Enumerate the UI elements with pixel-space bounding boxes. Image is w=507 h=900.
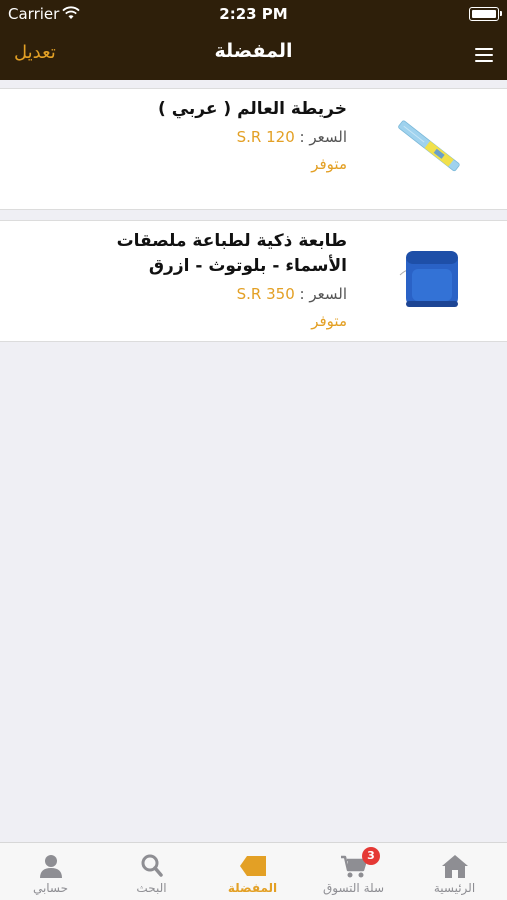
status-bar: Carrier 2:23 PM — [0, 0, 507, 28]
product-name: خريطة العالم ( عربي ) — [158, 99, 347, 119]
blue-label-printer-image[interactable] — [398, 245, 462, 309]
product-name-line-1: طابعة ذكية لطباعة ملصقات — [116, 231, 347, 251]
home-icon — [441, 855, 468, 878]
price-row: السعر : S.R 120 — [158, 128, 347, 146]
status-time: 2:23 PM — [219, 5, 288, 23]
tab-label: المفضلة — [227, 881, 278, 895]
hamburger-menu-icon[interactable] — [475, 48, 493, 62]
search-icon — [141, 854, 163, 877]
battery-icon — [469, 7, 502, 21]
tab-account[interactable]: حسابي — [0, 843, 101, 900]
availability-label: متوفر — [311, 312, 347, 330]
availability-label: متوفر — [311, 155, 347, 173]
tab-label: حسابي — [32, 881, 69, 895]
world-map-tape-image[interactable] — [392, 111, 464, 183]
tab-cart[interactable]: 3 سلة التسوق — [303, 843, 404, 900]
person-icon — [39, 855, 62, 878]
tab-label: البحث — [136, 881, 167, 895]
tab-search[interactable]: البحث — [101, 843, 202, 900]
cart-badge: 3 — [362, 847, 380, 865]
tab-home[interactable]: الرئيسية — [404, 843, 505, 900]
favorite-item-info: طابعة ذكية لطباعة ملصقات الأسماء - بلوتو… — [117, 229, 347, 330]
price-row: السعر : S.R 350 — [117, 285, 347, 303]
tab-favorites[interactable]: المفضلة — [202, 843, 303, 900]
top-bar: Carrier 2:23 PM تعديل المفضلة — [0, 0, 507, 80]
price-value: S.R 120 — [236, 128, 295, 146]
product-name-line-2: الأسماء - بلوتوث - ازرق — [148, 256, 347, 276]
favorite-item[interactable]: خريطة العالم ( عربي ) السعر : S.R 120 مت… — [0, 88, 507, 210]
tab-bar: حسابي البحث المفضلة 3 سلة التسوق الرئيسي… — [0, 842, 507, 900]
price-label: السعر : — [299, 285, 347, 303]
price-label: السعر : — [299, 128, 347, 146]
tab-label: سلة التسوق — [322, 881, 385, 895]
favorite-item[interactable]: طابعة ذكية لطباعة ملصقات الأسماء - بلوتو… — [0, 220, 507, 342]
favorite-item-info: خريطة العالم ( عربي ) السعر : S.R 120 مت… — [158, 97, 347, 173]
tag-icon — [239, 856, 266, 876]
page-title: المفضلة — [214, 40, 293, 62]
tab-label: الرئيسية — [433, 881, 476, 895]
price-value: S.R 350 — [236, 285, 295, 303]
